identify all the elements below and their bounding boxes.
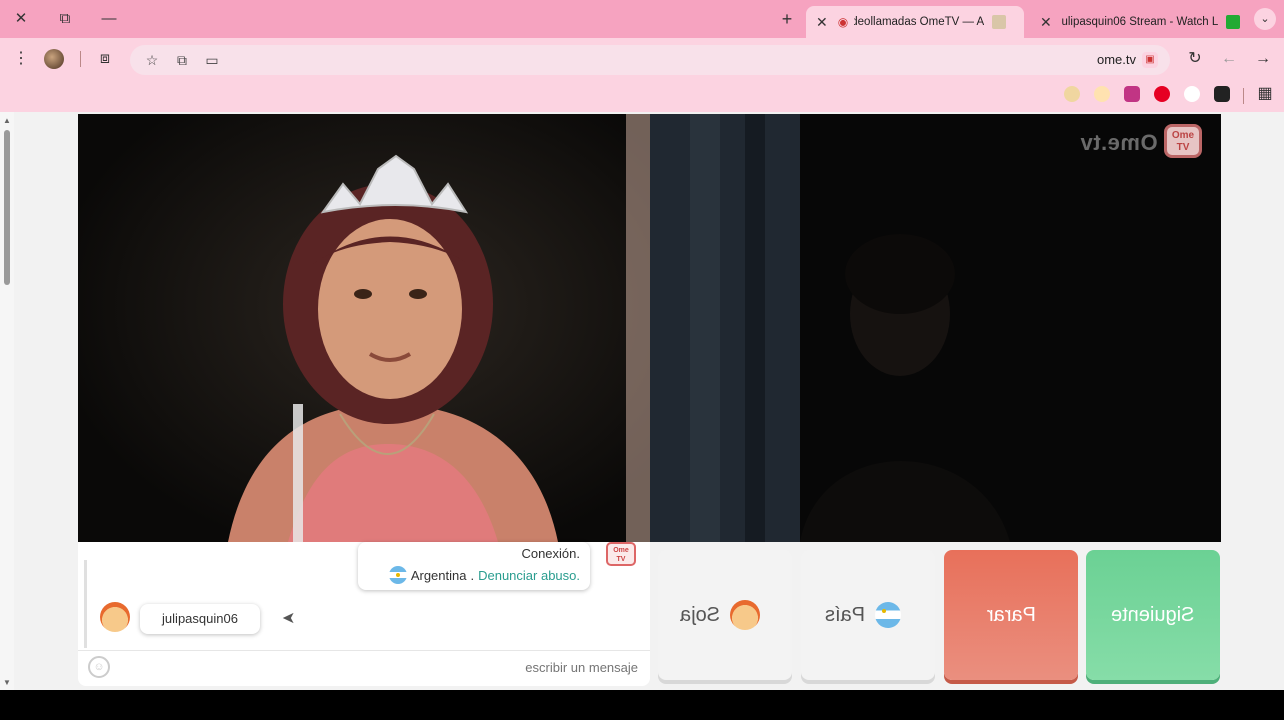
close-tab-icon[interactable]: ✕ (816, 14, 828, 31)
bookmarks-divider (1243, 88, 1244, 104)
instagram-icon[interactable] (1124, 86, 1140, 102)
bookmarks-bar (0, 80, 1284, 112)
recording-icon: ◉ (837, 15, 849, 29)
system-message-line1: Conexión. (521, 546, 580, 561)
user-avatar (100, 602, 130, 637)
minimize-window-icon[interactable]: — (96, 8, 122, 30)
chat-divider (78, 650, 650, 651)
message-input[interactable] (108, 656, 638, 680)
argentina-flag-icon (388, 566, 407, 584)
forward-icon[interactable]: ← (1218, 48, 1240, 70)
tv-logo-icon: Ome TV (1164, 124, 1202, 158)
address-bar[interactable]: ☆ ⧉ ▭ ome.tv ▣ (130, 45, 1170, 75)
translate-icon[interactable]: ⧉ (172, 50, 192, 70)
chevron-down-icon[interactable]: ⌄ (1254, 8, 1276, 30)
send-icon[interactable]: ➤ (282, 608, 295, 628)
system-message: Conexión. Argentina . Denunciar abuso. (358, 542, 590, 590)
extensions-icon[interactable]: ⧈ (94, 48, 116, 70)
remote-video-frame (650, 114, 1221, 542)
profile-avatar[interactable] (44, 49, 64, 69)
plus-icon[interactable]: + (776, 8, 798, 30)
emoji-icon[interactable]: ☺ (88, 656, 110, 678)
next-button[interactable]: Siguiente (1086, 550, 1220, 680)
chat-scroll-track (84, 560, 87, 648)
country-filter-button[interactable]: País (801, 550, 935, 680)
tab-title: julipasquin06 Stream - Watch L (1061, 16, 1219, 28)
local-video (78, 114, 650, 542)
close-tab-icon[interactable]: ✕ (1040, 14, 1052, 31)
kebab-menu-icon[interactable]: ⋮ (10, 48, 32, 70)
url-text[interactable]: ome.tv (1097, 52, 1136, 67)
scrollbar-thumb[interactable] (4, 130, 10, 285)
bookmark-1-icon[interactable] (1064, 86, 1080, 102)
cast-icon[interactable]: ▭ (202, 50, 222, 70)
ometv-favicon-icon (992, 15, 1007, 29)
tab-title: Videollamadas OmeTV — A (854, 16, 985, 28)
site-info-icon[interactable]: ▣ (1142, 52, 1158, 68)
apps-grid-icon[interactable]: ▦ (1254, 83, 1276, 105)
face-icon (100, 602, 130, 632)
next-label: Siguiente (1111, 603, 1195, 626)
tab-strip: ✕ ⧉ — + ✕ ◉ Videollamadas OmeTV — A ✕ ju… (0, 0, 1284, 38)
brand-badge-text: Ome TV (1171, 130, 1195, 153)
bookmark-6-icon[interactable] (1214, 86, 1230, 102)
user-message: julipasquin06 (140, 604, 260, 634)
restore-window-icon[interactable]: ⧉ (52, 8, 78, 30)
pinterest-icon[interactable] (1154, 86, 1170, 102)
face-icon (730, 600, 761, 630)
bottom-letterbox (0, 690, 1284, 720)
separator-dot: . (470, 567, 475, 583)
stop-button[interactable]: Parar (944, 550, 1078, 680)
close-window-icon[interactable]: ✕ (8, 8, 34, 30)
scroll-down-icon[interactable]: ▼ (2, 678, 12, 688)
ometv-watermark: Ome.tv Ome TV (1080, 120, 1210, 164)
country-name: Argentina (410, 567, 467, 583)
gender-filter-label: Soja (679, 603, 721, 626)
toolbar-divider (80, 51, 81, 67)
gender-filter-button[interactable]: Soja (658, 550, 792, 680)
stop-label: Parar (986, 603, 1036, 626)
local-video-frame (78, 114, 650, 542)
scroll-up-icon[interactable]: ▲ (2, 116, 12, 126)
report-abuse-link[interactable]: Denunciar abuso. (478, 568, 580, 583)
chat-panel: Ome TV Conexión. Argentina . Denunciar a… (78, 542, 650, 686)
bookmark-2-icon[interactable] (1094, 86, 1110, 102)
country-filter-label: País (824, 603, 866, 626)
stream-favicon-icon (1226, 15, 1240, 29)
screen: ✕ ⧉ — + ✕ ◉ Videollamadas OmeTV — A ✕ ju… (0, 0, 1284, 720)
tab-stream[interactable]: ✕ julipasquin06 Stream - Watch L (1030, 6, 1250, 38)
star-icon[interactable]: ☆ (142, 50, 162, 70)
argentina-flag-icon (875, 602, 902, 628)
back-icon[interactable]: → (1252, 48, 1274, 70)
user-message-text: julipasquin06 (162, 611, 238, 626)
ometv-small-logo-icon: Ome TV (606, 542, 636, 566)
remote-video (650, 114, 1221, 542)
brand-name: Ome.tv (1080, 130, 1158, 155)
reload-icon[interactable]: ↻ (1184, 48, 1206, 70)
bookmark-5-icon[interactable] (1184, 86, 1200, 102)
tab-ometv[interactable]: ✕ ◉ Videollamadas OmeTV — A (806, 6, 1024, 38)
chat-logo-text: Ome TV (613, 547, 629, 563)
